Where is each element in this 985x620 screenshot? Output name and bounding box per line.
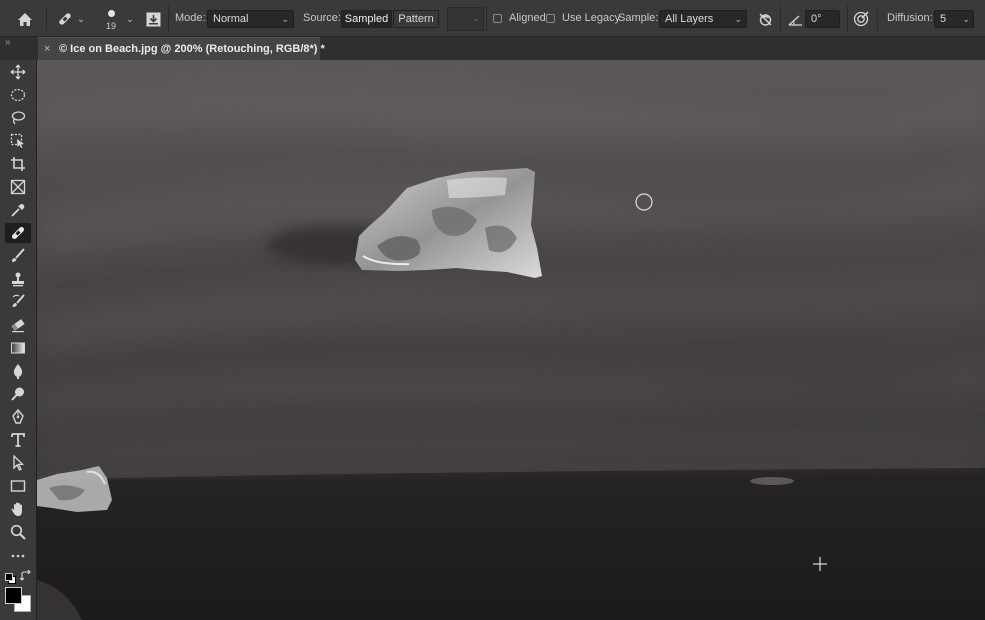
more-tools-icon[interactable]	[5, 546, 31, 566]
tools-panel	[0, 60, 37, 620]
tool-preset-chevron-down-icon[interactable]: ⌄	[76, 13, 86, 25]
crop-tool-icon[interactable]	[5, 154, 31, 174]
source-pattern-button[interactable]: Pattern	[393, 10, 439, 28]
brush-size-label[interactable]: 19	[106, 21, 116, 31]
panel-collapse-icon[interactable]: »	[5, 37, 10, 48]
photo-ice-on-beach	[37, 60, 985, 620]
healing-brush-tool-icon[interactable]	[5, 223, 31, 243]
use-legacy-checkbox[interactable]	[546, 14, 555, 23]
hand-tool-icon[interactable]	[5, 499, 31, 519]
brush-tool-icon[interactable]	[5, 246, 31, 266]
brush-preview-dot[interactable]	[108, 10, 115, 17]
path-select-tool-icon[interactable]	[5, 453, 31, 473]
chevron-down-icon: ⌄	[734, 14, 742, 24]
separator	[486, 6, 487, 31]
move-tool-icon[interactable]	[5, 62, 31, 82]
diffusion-select[interactable]: 5 ⌄	[934, 10, 974, 28]
foreground-color-swatch[interactable]	[5, 587, 22, 604]
sample-select[interactable]: All Layers ⌄	[659, 10, 747, 28]
mode-select-value: Normal	[213, 13, 249, 25]
history-brush-tool-icon[interactable]	[5, 292, 31, 312]
blur-tool-icon[interactable]	[5, 361, 31, 381]
eraser-tool-icon[interactable]	[5, 315, 31, 335]
rectangle-tool-icon[interactable]	[5, 476, 31, 496]
document-tab[interactable]: × © Ice on Beach.jpg @ 200% (Retouching,…	[38, 37, 325, 60]
ignore-adjustment-layers-icon[interactable]	[757, 11, 773, 27]
swap-colors-icon[interactable]	[19, 569, 32, 582]
mode-label: Mode:	[175, 12, 206, 24]
angle-input[interactable]: 0°	[805, 10, 840, 28]
chevron-down-icon: ⌄	[281, 14, 289, 24]
default-colors-icon[interactable]	[5, 573, 16, 584]
document-tab-bar: » × © Ice on Beach.jpg @ 200% (Retouchin…	[0, 37, 985, 60]
frame-tool-icon[interactable]	[5, 177, 31, 197]
use-legacy-label[interactable]: Use Legacy	[562, 12, 620, 24]
options-bar: ⌄ 19 ⌄ Mode: Normal ⌄ Source: Sampled Pa…	[0, 0, 985, 37]
eyedropper-tool-icon[interactable]	[5, 200, 31, 220]
source-label: Source:	[303, 12, 341, 24]
object-select-tool-icon[interactable]	[5, 131, 31, 151]
brush-settings-icon[interactable]	[145, 11, 161, 27]
aligned-checkbox[interactable]	[493, 14, 502, 23]
close-tab-icon[interactable]: ×	[44, 43, 50, 55]
aligned-label[interactable]: Aligned	[509, 12, 546, 24]
separator	[46, 6, 47, 31]
dodge-tool-icon[interactable]	[5, 384, 31, 404]
zoom-tool-icon[interactable]	[5, 522, 31, 542]
marquee-tool-icon[interactable]	[5, 85, 31, 105]
document-canvas[interactable]	[37, 60, 985, 620]
type-tool-icon[interactable]	[5, 430, 31, 450]
source-sampled-button[interactable]: Sampled	[341, 10, 392, 28]
home-icon[interactable]	[14, 9, 36, 29]
tool-preset-healing-brush-icon[interactable]	[55, 9, 75, 29]
diffusion-label: Diffusion:	[887, 12, 933, 24]
clone-stamp-tool-icon[interactable]	[5, 269, 31, 289]
brush-picker-chevron-down-icon[interactable]: ⌄	[125, 13, 135, 25]
pebble	[750, 477, 794, 485]
gradient-tool-icon[interactable]	[5, 338, 31, 358]
separator	[847, 6, 848, 31]
chevron-down-icon: ⌄	[962, 14, 970, 24]
separator	[780, 6, 781, 31]
pen-tool-icon[interactable]	[5, 407, 31, 427]
lasso-tool-icon[interactable]	[5, 108, 31, 128]
separator	[877, 6, 878, 31]
document-tab-title: © Ice on Beach.jpg @ 200% (Retouching, R…	[59, 43, 325, 55]
diffusion-select-value: 5	[940, 13, 947, 25]
pressure-size-icon[interactable]	[852, 10, 870, 28]
pattern-picker[interactable]: ⌄	[447, 7, 484, 31]
angle-icon	[787, 11, 803, 27]
sample-label: Sample:	[618, 12, 659, 24]
separator	[168, 6, 169, 31]
chevron-down-icon: ⌄	[472, 13, 480, 23]
mode-select[interactable]: Normal ⌄	[207, 10, 294, 28]
sample-select-value: All Layers	[665, 13, 714, 25]
